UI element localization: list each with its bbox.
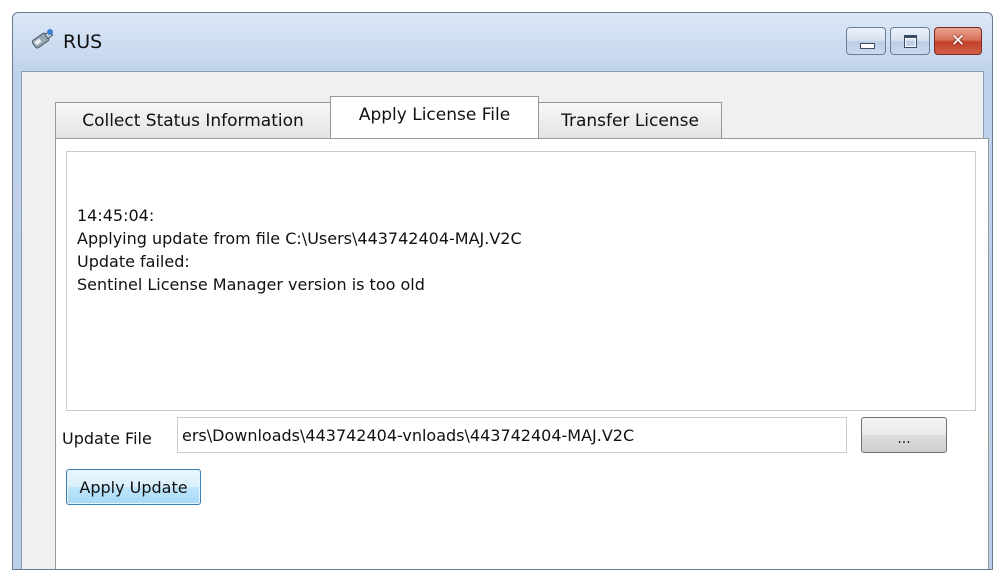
log-line: Applying update from file C:\Users\44374… xyxy=(77,229,522,248)
browse-button[interactable]: ... xyxy=(861,417,947,453)
tab-collect-status-information[interactable]: Collect Status Information xyxy=(55,102,331,138)
close-button[interactable]: ✕ xyxy=(934,27,982,55)
apply-update-button[interactable]: Apply Update xyxy=(66,469,201,505)
minimize-button[interactable] xyxy=(846,27,886,55)
maximize-icon xyxy=(904,35,917,48)
update-file-label: Update File xyxy=(62,429,152,448)
window-client-area: Collect Status Information Apply License… xyxy=(21,71,989,569)
close-icon: ✕ xyxy=(950,31,966,51)
tab-transfer-license[interactable]: Transfer License xyxy=(538,102,722,138)
title-bar[interactable]: RUS ✕ xyxy=(13,13,992,71)
maximize-button[interactable] xyxy=(890,27,930,55)
log-line: Update failed: xyxy=(77,252,190,271)
log-line: Sentinel License Manager version is too … xyxy=(77,275,425,294)
status-log[interactable]: 14:45:04: Applying update from file C:\U… xyxy=(66,151,976,411)
log-line: 14:45:04: xyxy=(77,206,155,225)
apply-license-file-panel: 14:45:04: Applying update from file C:\U… xyxy=(55,138,989,569)
tab-apply-license-file[interactable]: Apply License File xyxy=(330,96,539,138)
minimize-icon xyxy=(860,43,875,49)
update-file-input[interactable] xyxy=(177,417,847,453)
rus-window: RUS ✕ Collect Status Information Apply L… xyxy=(12,12,993,570)
caption-buttons: ✕ xyxy=(842,27,982,55)
usb-key-icon xyxy=(31,29,54,49)
window-title: RUS xyxy=(63,31,103,53)
